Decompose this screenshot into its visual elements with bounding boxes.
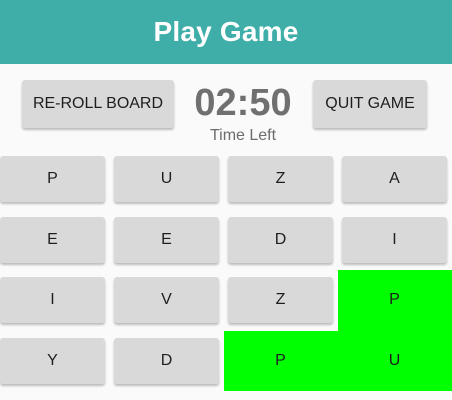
letter-tile[interactable]: E [0, 217, 105, 263]
play-game-screen: Play Game RE-ROLL BOARD 02:50 Time Left … [0, 0, 452, 400]
letter-tile[interactable]: A [342, 156, 447, 202]
letter-board: P U Z A E E D I I V Z P Y D P U [0, 0, 452, 400]
letter-tile[interactable]: I [342, 217, 447, 263]
letter-tile[interactable]: P [0, 156, 105, 202]
letter-tile[interactable]: Y [0, 338, 105, 384]
letter-tile[interactable]: V [114, 277, 219, 323]
letter-tile[interactable]: E [114, 217, 219, 263]
letter-tile[interactable]: I [0, 277, 105, 323]
letter-tile[interactable]: Z [228, 156, 333, 202]
letter-tile[interactable]: Z [228, 277, 333, 323]
letter-tile[interactable]: U [114, 156, 219, 202]
letter-tile[interactable]: D [114, 338, 219, 384]
letter-tile-selected[interactable]: P [228, 338, 333, 384]
letter-tile[interactable]: D [228, 217, 333, 263]
letter-tile-selected[interactable]: P [342, 277, 447, 323]
letter-tile-selected[interactable]: U [342, 338, 447, 384]
